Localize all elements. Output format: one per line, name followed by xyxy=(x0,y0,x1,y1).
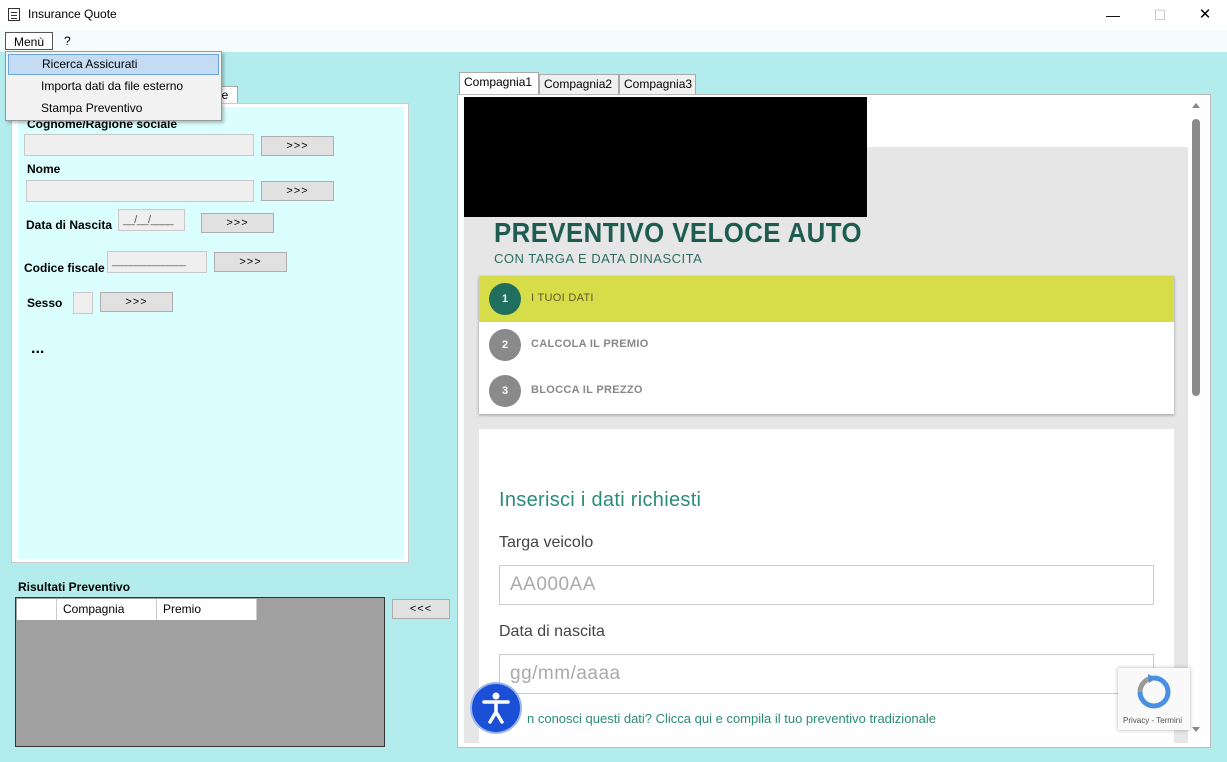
step-label: I TUOI DATI xyxy=(531,292,594,304)
data-nascita-input[interactable]: __/__/____ xyxy=(118,209,185,231)
step-number: 3 xyxy=(489,375,521,407)
nome-label: Nome xyxy=(27,162,61,176)
menu-item-stampa-preventivo[interactable]: Stampa Preventivo xyxy=(8,98,219,119)
minimize-button[interactable]: — xyxy=(1090,0,1136,30)
step-2[interactable]: 2 CALCOLA IL PREMIO xyxy=(479,322,1174,368)
codice-fiscale-label: Codice fiscale xyxy=(24,261,105,275)
traditional-quote-link[interactable]: n conosci questi dati? Clicca qui e comp… xyxy=(527,711,936,726)
sesso-input[interactable] xyxy=(73,292,93,314)
scroll-thumb[interactable] xyxy=(1192,119,1200,396)
scroll-up-icon[interactable] xyxy=(1192,103,1200,108)
web-scrollbar[interactable] xyxy=(1188,97,1205,743)
steps-panel: 1 I TUOI DATI 2 CALCOLA IL PREMIO 3 BLOC… xyxy=(479,276,1174,414)
nascita-label: Data di nascita xyxy=(499,623,605,640)
recaptcha-badge[interactable]: Privacy - Termini xyxy=(1118,668,1190,730)
menu-item-importa-dati[interactable]: Importa dati da file esterno xyxy=(8,76,219,97)
maximize-button[interactable]: ☐ xyxy=(1137,0,1183,30)
window-title: Insurance Quote xyxy=(28,7,117,21)
data-form-card: Inserisci i dati richiesti Targa veicolo… xyxy=(479,429,1174,743)
targa-label: Targa veicolo xyxy=(499,534,594,551)
results-header-premio: Premio xyxy=(157,599,257,620)
nascita-input[interactable]: gg/mm/aaaa xyxy=(499,654,1154,694)
app-icon xyxy=(8,8,20,21)
sesso-search-button[interactable]: >>> xyxy=(100,292,173,312)
accessibility-icon[interactable] xyxy=(472,684,520,732)
data-nascita-search-button[interactable]: >>> xyxy=(201,213,274,233)
more-indicator: ... xyxy=(31,340,45,357)
codice-fiscale-search-button[interactable]: >>> xyxy=(214,252,287,272)
page-title: PREVENTIVO VELOCE AUTO xyxy=(494,217,862,248)
targa-input[interactable]: AA000AA xyxy=(499,565,1154,605)
menu-main[interactable]: Menù xyxy=(5,32,54,50)
step-label: BLOCCA IL PREZZO xyxy=(531,384,643,396)
nome-search-button[interactable]: >>> xyxy=(261,181,334,201)
sesso-label: Sesso xyxy=(27,296,63,310)
cognome-search-button[interactable]: >>> xyxy=(261,136,334,156)
web-content: PREVENTIVO VELOCE AUTO CON TARGA E DATA … xyxy=(464,97,1188,743)
results-header-compagnia: Compagnia xyxy=(57,599,157,620)
close-button[interactable]: ✕ xyxy=(1182,0,1227,30)
step-1[interactable]: 1 I TUOI DATI xyxy=(479,276,1174,322)
scroll-down-icon[interactable] xyxy=(1192,727,1200,732)
tab-compagnia1[interactable]: Compagnia1 xyxy=(459,72,539,95)
search-panel: Cognome/Ragione sociale >>> Nome >>> Dat… xyxy=(18,107,404,559)
step-3[interactable]: 3 BLOCCA IL PREZZO xyxy=(479,368,1174,414)
menu-item-ricerca-assicurati[interactable]: Ricerca Assicurati xyxy=(8,54,219,75)
redacted-logo-area xyxy=(464,97,867,217)
nome-input[interactable] xyxy=(26,180,254,202)
transfer-back-button[interactable]: <<< xyxy=(392,599,450,619)
tab-compagnia2[interactable]: Compagnia2 xyxy=(539,74,619,94)
results-title: Risultati Preventivo xyxy=(18,580,131,594)
data-nascita-label: Data di Nascita xyxy=(26,218,113,232)
form-heading: Inserisci i dati richiesti xyxy=(499,489,702,511)
results-header-select xyxy=(17,599,57,620)
step-label: CALCOLA IL PREMIO xyxy=(531,338,649,350)
menu-help[interactable]: ? xyxy=(56,32,79,50)
step-number: 1 xyxy=(489,283,521,315)
step-number: 2 xyxy=(489,329,521,361)
menu-dropdown: Ricerca Assicurati Importa dati da file … xyxy=(5,51,222,121)
title-bar: Insurance Quote — ☐ ✕ xyxy=(0,0,1227,30)
codice-fiscale-input[interactable]: ________________ xyxy=(107,251,207,273)
recaptcha-icon xyxy=(1137,674,1171,709)
results-grid[interactable]: Compagnia Premio xyxy=(15,597,385,747)
page-subtitle: CON TARGA E DATA DINASCITA xyxy=(494,251,703,266)
tab-compagnia3[interactable]: Compagnia3 xyxy=(619,74,696,94)
cognome-input[interactable] xyxy=(24,134,254,156)
menu-bar: Menù ? xyxy=(0,30,1227,52)
recaptcha-links[interactable]: Privacy - Termini xyxy=(1123,716,1182,725)
